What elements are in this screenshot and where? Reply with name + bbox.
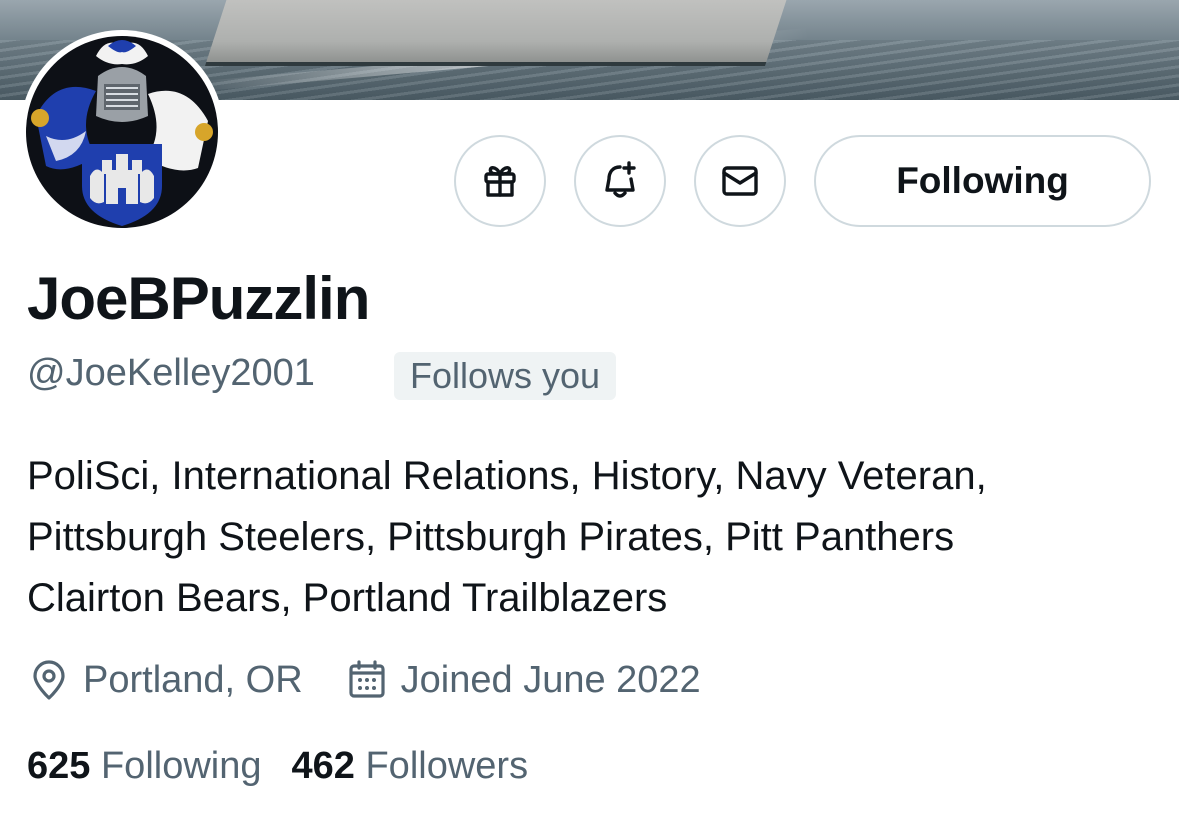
bell-plus-icon <box>605 161 636 198</box>
calendar-icon <box>349 660 385 698</box>
banner-ship-hull <box>205 0 793 66</box>
followers-label: Followers <box>365 744 529 787</box>
following-button[interactable]: Following <box>814 135 1151 227</box>
profile-meta: Portland, OR Joined June 2022 <box>27 654 743 706</box>
following-count: 625 <box>27 744 91 787</box>
envelope-icon <box>722 166 758 196</box>
location-text: Portland, OR <box>83 658 303 701</box>
join-date-text: Joined June 2022 <box>400 658 701 701</box>
bio-line: Pittsburgh Steelers, Pittsburgh Pirates,… <box>27 515 955 559</box>
avatar[interactable] <box>20 30 224 234</box>
bio-line: PoliSci, International Relations, Histor… <box>27 454 987 498</box>
handle: @JoeKelley2001 <box>27 352 315 394</box>
location-pin-icon <box>33 660 65 700</box>
join-date: Joined June 2022 <box>345 658 701 702</box>
notifications-button[interactable] <box>574 135 666 227</box>
following-button-label: Following <box>896 160 1069 201</box>
followers-stat-link[interactable]: 462 Followers <box>292 745 529 788</box>
follow-stats: 625 Following 462 Followers <box>27 740 558 792</box>
gift-button[interactable] <box>454 135 546 227</box>
follows-you-badge: Follows you <box>394 352 617 400</box>
following-label: Following <box>100 744 262 787</box>
display-name: JoeBPuzzlin <box>27 265 370 332</box>
gift-icon <box>484 166 516 197</box>
message-button[interactable] <box>694 135 786 227</box>
followers-count: 462 <box>291 744 355 787</box>
bio-line: Clairton Bears, Portland Trailblazers <box>27 576 668 620</box>
location: Portland, OR <box>27 658 303 702</box>
bio: PoliSci, International Relations, Histor… <box>27 446 1157 629</box>
coat-of-arms-avatar-image <box>26 36 218 228</box>
following-stat-link[interactable]: 625 Following <box>27 745 262 788</box>
